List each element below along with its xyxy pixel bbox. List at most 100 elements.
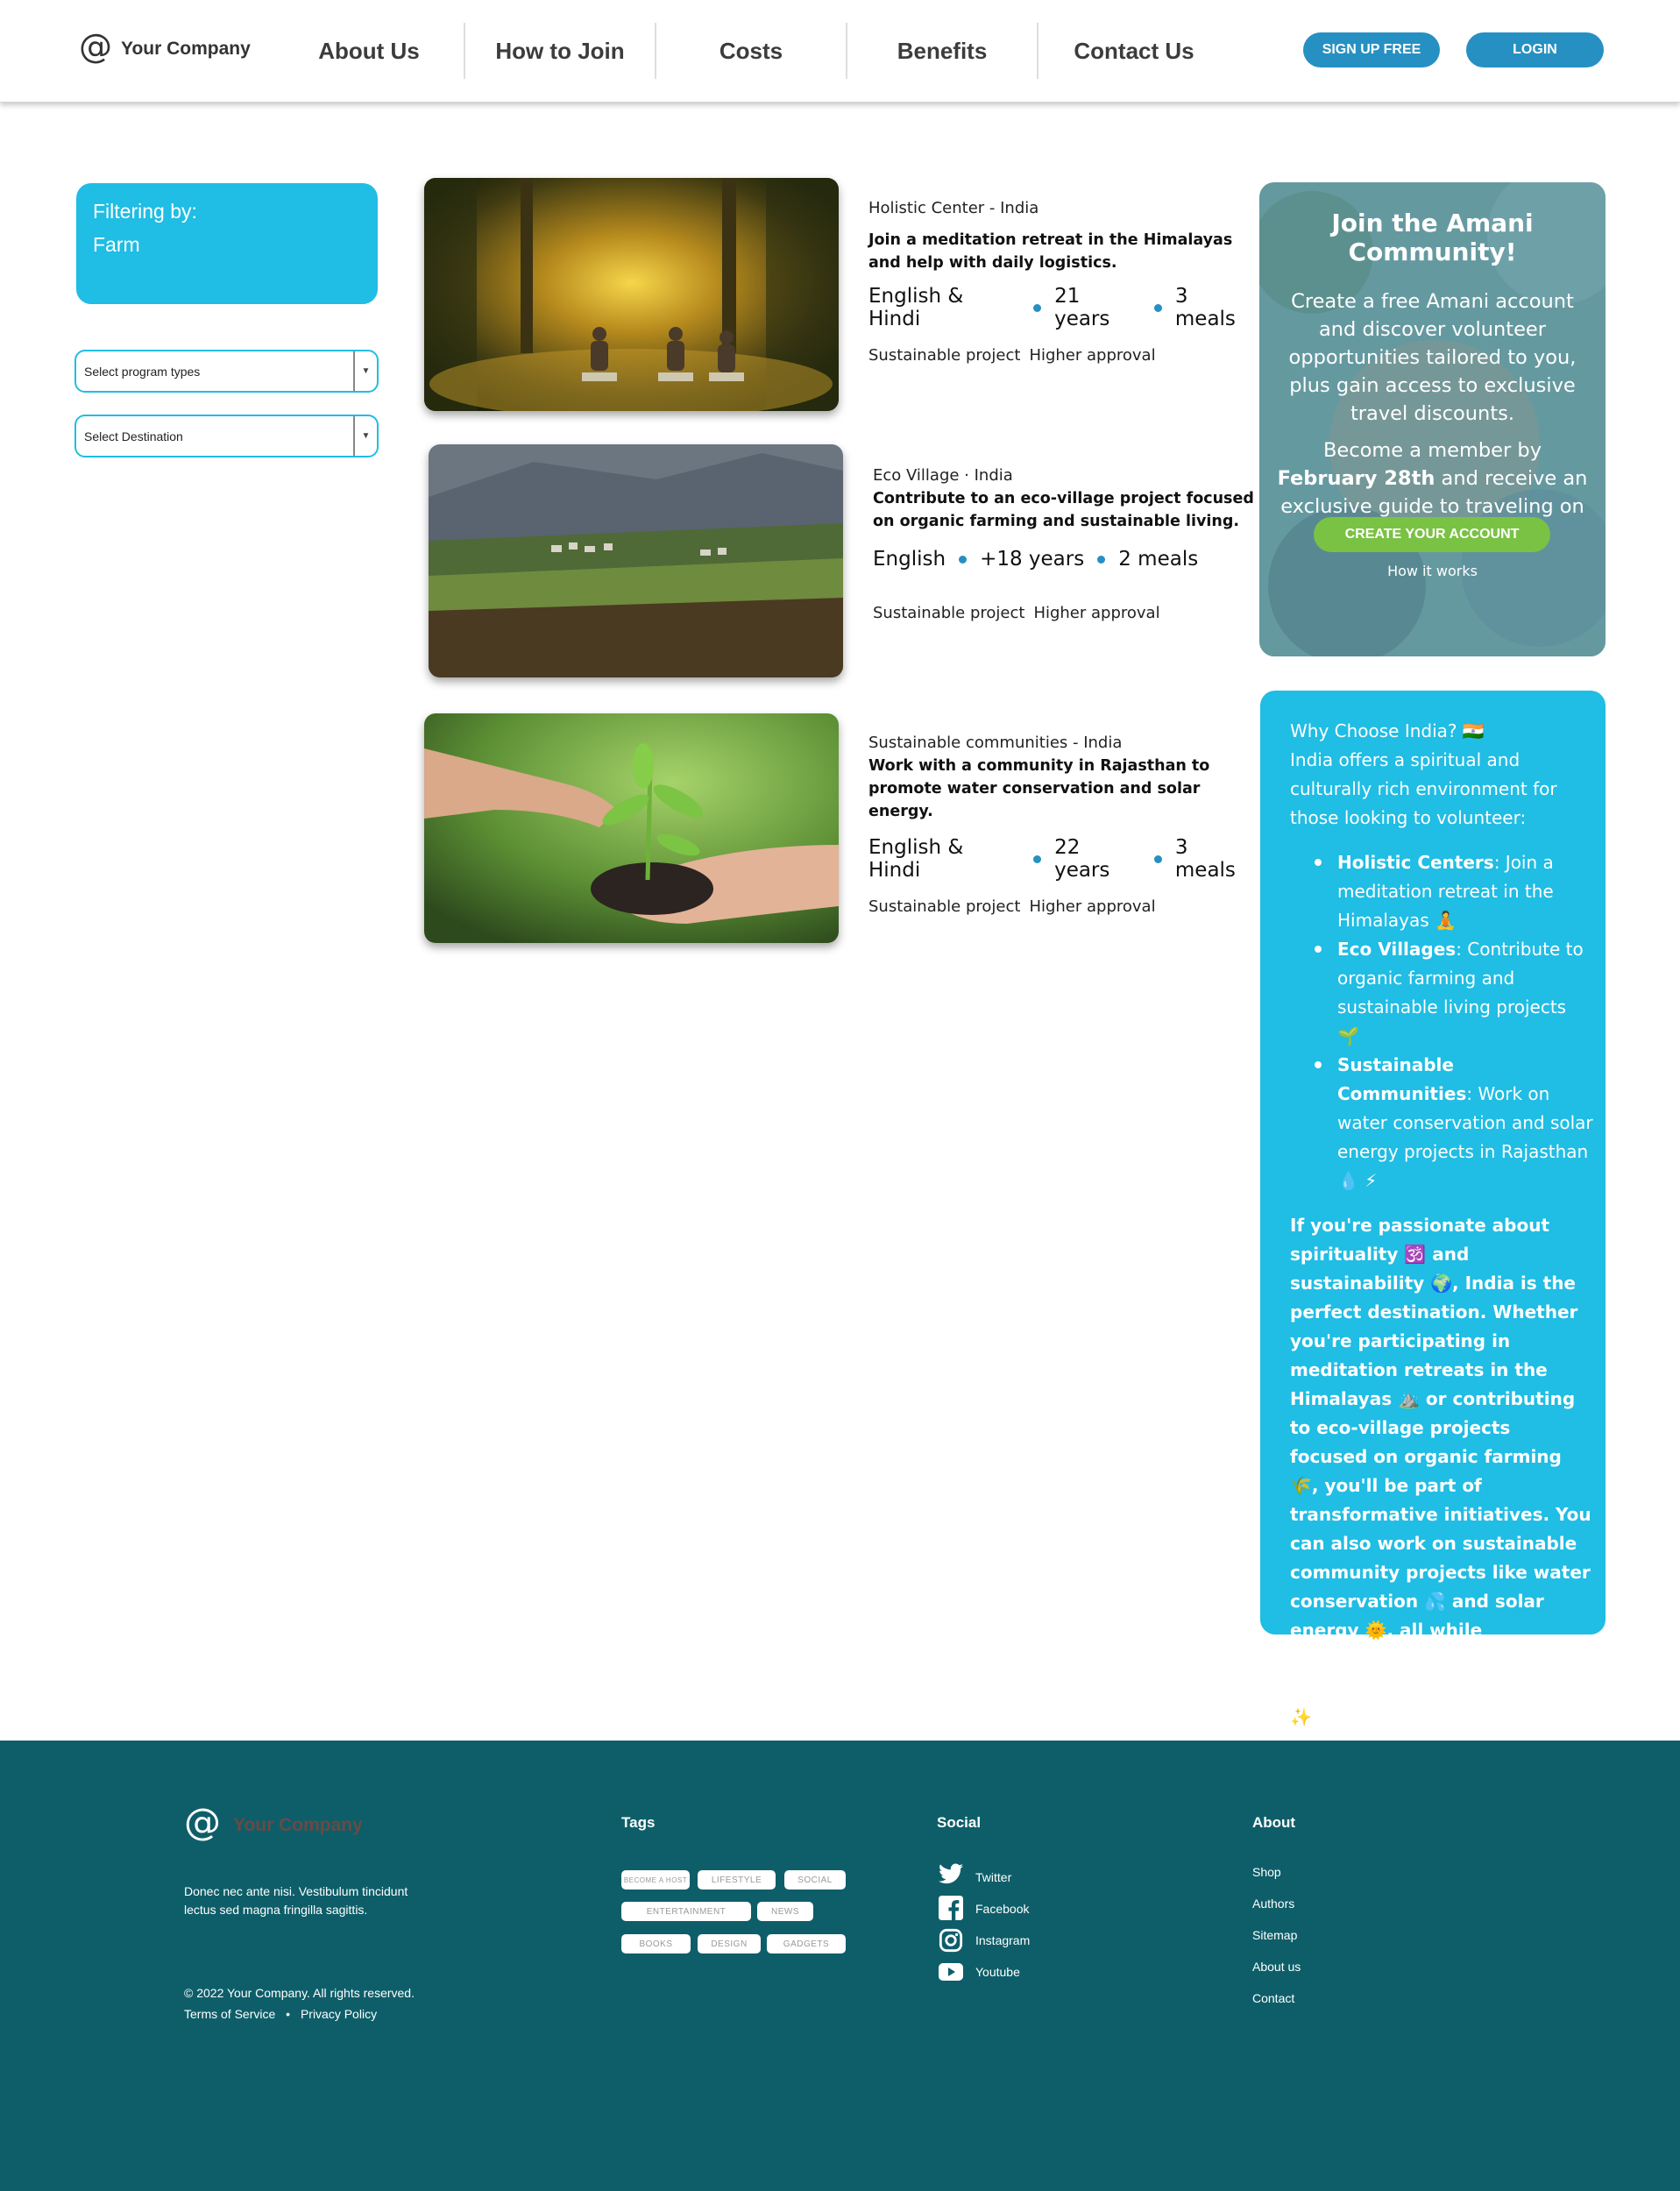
listing-age: 22 years <box>1054 836 1110 882</box>
dropdown-arrow-icon[interactable]: ▼ <box>353 351 377 391</box>
listing-age: +18 years <box>980 548 1085 571</box>
listing-age: 21 years <box>1054 285 1110 330</box>
why-intro: India offers a spiritual and culturally … <box>1290 749 1557 828</box>
join-title: Join the Amani Community! <box>1331 209 1534 266</box>
at-logo-icon: @ <box>79 27 112 66</box>
listing-meals: 3 meals <box>1174 285 1236 330</box>
listing-language: English & Hindi <box>868 836 964 882</box>
bullet-icon <box>1097 555 1106 564</box>
destination-select[interactable]: Select Destination ▼ <box>74 415 379 457</box>
site-footer: @ Your Company Donec nec ante nisi. Vest… <box>0 1741 1680 2191</box>
youtube-icon[interactable] <box>939 1963 963 1981</box>
listing-image-seedling[interactable] <box>424 713 839 943</box>
nav-costs[interactable]: Costs <box>656 23 847 79</box>
listing-meals: 3 meals <box>1174 836 1236 882</box>
nav-about-us[interactable]: About Us <box>274 23 465 79</box>
nav-benefits[interactable]: Benefits <box>847 23 1038 79</box>
tag-chip[interactable]: DESIGN <box>698 1934 761 1953</box>
tag-sustainable: Sustainable project <box>868 897 1021 916</box>
about-link-authors[interactable]: Authors <box>1252 1897 1294 1911</box>
footer-description: Donec nec ante nisi. Vestibulum tincidun… <box>184 1884 408 1917</box>
at-logo-icon: @ <box>184 1800 221 1843</box>
listing-language: English <box>873 548 946 571</box>
nav-how-to-join[interactable]: How to Join <box>465 23 656 79</box>
nav-contact-us[interactable]: Contact Us <box>1038 23 1230 79</box>
bullet-icon <box>1033 854 1042 863</box>
listing-tags: Sustainable project Higher approval <box>868 346 1254 365</box>
listing-meta: English & Hindi 21 years 3 meals <box>868 285 1254 330</box>
listing-card[interactable]: Eco Village · India Contribute to an eco… <box>873 466 1258 622</box>
social-link-twitter[interactable]: Twitter <box>975 1870 1011 1884</box>
join-deadline: February 28th <box>1277 467 1435 490</box>
listing-card[interactable]: Holistic Center - India Join a meditatio… <box>868 199 1254 365</box>
login-button[interactable]: LOGIN <box>1466 32 1604 67</box>
join-description: Create a free Amani account and discover… <box>1288 290 1577 425</box>
filter-title: Filtering by: <box>93 200 197 223</box>
company-logo[interactable]: @ Your Company <box>79 30 251 63</box>
tag-approval: Higher approval <box>1029 897 1156 916</box>
dropdown-arrow-icon[interactable]: ▼ <box>353 416 377 456</box>
separator: • <box>286 2007 291 2021</box>
about-link-about-us[interactable]: About us <box>1252 1960 1301 1974</box>
tag-chip[interactable]: NEWS <box>757 1902 813 1921</box>
list-item: Eco Villages: Contribute to organic farm… <box>1309 935 1593 1051</box>
filter-value: Farm <box>93 233 140 256</box>
tag-approval: Higher approval <box>1029 346 1156 365</box>
instagram-icon[interactable] <box>939 1928 963 1953</box>
signup-button[interactable]: SIGN UP FREE <box>1303 32 1440 67</box>
tag-sustainable: Sustainable project <box>868 346 1021 365</box>
bullet-icon <box>959 555 968 564</box>
listing-category: Holistic Center - India <box>868 199 1039 217</box>
social-link-instagram[interactable]: Instagram <box>975 1933 1030 1947</box>
social-link-youtube[interactable]: Youtube <box>975 1965 1020 1979</box>
bullet-icon <box>1033 303 1042 312</box>
bullet-icon <box>1153 854 1162 863</box>
social-link-facebook[interactable]: Facebook <box>975 1902 1029 1916</box>
listing-image-eco-village[interactable] <box>429 444 843 677</box>
listing-meta: English +18 years 2 meals <box>873 548 1258 571</box>
join-community-panel: Join the Amani Community! Create a free … <box>1259 182 1606 656</box>
copyright: © 2022 Your Company. All rights reserved… <box>184 1986 415 2000</box>
about-link-sitemap[interactable]: Sitemap <box>1252 1928 1297 1942</box>
program-type-label: Select program types <box>84 364 201 379</box>
twitter-icon[interactable] <box>939 1863 963 1884</box>
why-closing: If you're passionate about spirituality … <box>1290 1215 1591 1727</box>
listing-language: English & Hindi <box>868 285 964 330</box>
tag-chip[interactable]: SOCIAL <box>784 1870 846 1890</box>
tag-chip[interactable]: ENTERTAINMENT <box>621 1902 751 1921</box>
tag-chip[interactable]: BOOKS <box>621 1934 691 1953</box>
about-link-shop[interactable]: Shop <box>1252 1865 1281 1879</box>
footer-legal: © 2022 Your Company. All rights reserved… <box>184 1982 415 2024</box>
listing-tags: Sustainable project Higher approval <box>868 897 1254 916</box>
listing-description[interactable]: Join a meditation retreat in the Himalay… <box>868 229 1254 274</box>
terms-link[interactable]: Terms of Service <box>184 2007 275 2021</box>
list-item: Sustainable Communities: Work on water c… <box>1309 1051 1593 1195</box>
tag-chip[interactable]: BECOME A HOST <box>621 1870 690 1890</box>
destination-label: Select Destination <box>84 429 183 443</box>
privacy-link[interactable]: Privacy Policy <box>301 2007 377 2021</box>
social-heading: Social <box>937 1814 982 1831</box>
listing-description[interactable]: Contribute to an eco-village project foc… <box>873 487 1258 533</box>
tags-heading: Tags <box>621 1814 656 1831</box>
listing-tags: Sustainable project Higher approval <box>873 604 1258 622</box>
tag-sustainable: Sustainable project <box>873 604 1025 622</box>
create-account-button[interactable]: CREATE YOUR ACCOUNT <box>1314 517 1550 552</box>
listing-category: Sustainable communities - India <box>868 734 1123 752</box>
about-link-contact[interactable]: Contact <box>1252 1991 1294 2005</box>
footer-logo[interactable]: @ Your Company <box>184 1804 363 1840</box>
how-it-works-link[interactable]: How it works <box>1259 563 1606 579</box>
tag-chip[interactable]: GADGETS <box>767 1934 846 1953</box>
listing-meals: 2 meals <box>1118 548 1199 571</box>
listing-image-meditation[interactable] <box>424 178 839 411</box>
program-type-select[interactable]: Select program types ▼ <box>74 350 379 393</box>
list-item: Holistic Centers: Join a meditation retr… <box>1309 848 1593 935</box>
why-india-panel: Why Choose India? 🇮🇳 India offers a spir… <box>1260 691 1606 1727</box>
facebook-icon[interactable] <box>939 1896 963 1920</box>
filter-summary: Filtering by: Farm <box>76 183 378 304</box>
listing-category: Eco Village · India <box>873 466 1013 485</box>
listing-card[interactable]: Sustainable communities - India Work wit… <box>868 734 1254 916</box>
listing-description[interactable]: Work with a community in Rajasthan to pr… <box>868 755 1263 823</box>
tag-chip[interactable]: LIFESTYLE <box>698 1870 776 1890</box>
main-nav: About Us How to Join Costs Benefits Cont… <box>274 23 1230 79</box>
about-heading: About <box>1252 1814 1296 1831</box>
